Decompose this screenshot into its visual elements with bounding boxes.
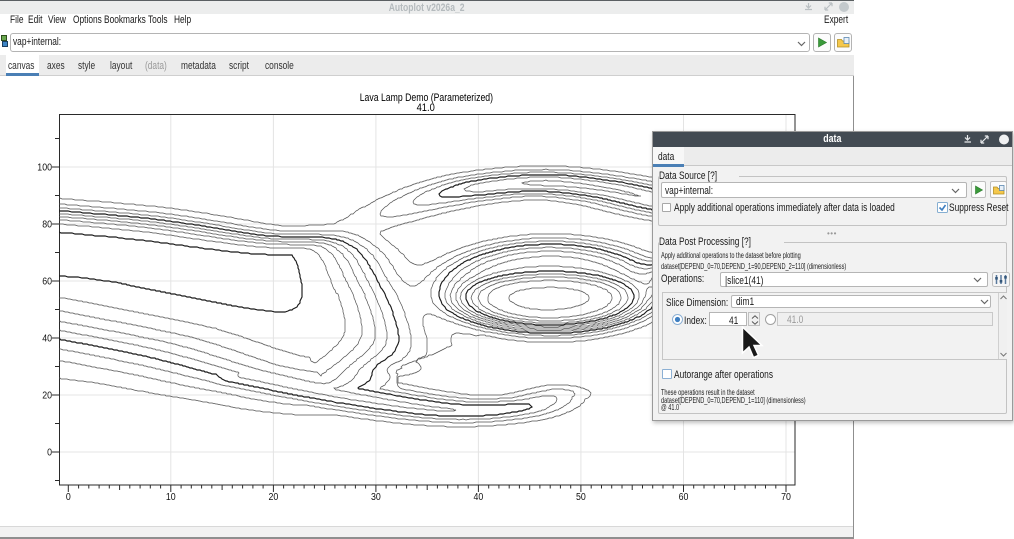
svg-text:20: 20 bbox=[269, 492, 279, 503]
svg-text:70: 70 bbox=[781, 492, 791, 503]
svg-text:60: 60 bbox=[679, 492, 689, 503]
svg-text:40: 40 bbox=[474, 492, 484, 503]
svg-text:80: 80 bbox=[42, 220, 52, 231]
svg-text:100: 100 bbox=[37, 163, 52, 174]
svg-text:0: 0 bbox=[47, 448, 52, 459]
svg-text:40: 40 bbox=[42, 334, 52, 345]
svg-text:10: 10 bbox=[166, 492, 176, 503]
svg-text:0: 0 bbox=[66, 492, 71, 503]
svg-text:20: 20 bbox=[42, 391, 52, 402]
svg-text:50: 50 bbox=[576, 492, 586, 503]
svg-text:30: 30 bbox=[371, 492, 381, 503]
svg-text:60: 60 bbox=[42, 277, 52, 288]
